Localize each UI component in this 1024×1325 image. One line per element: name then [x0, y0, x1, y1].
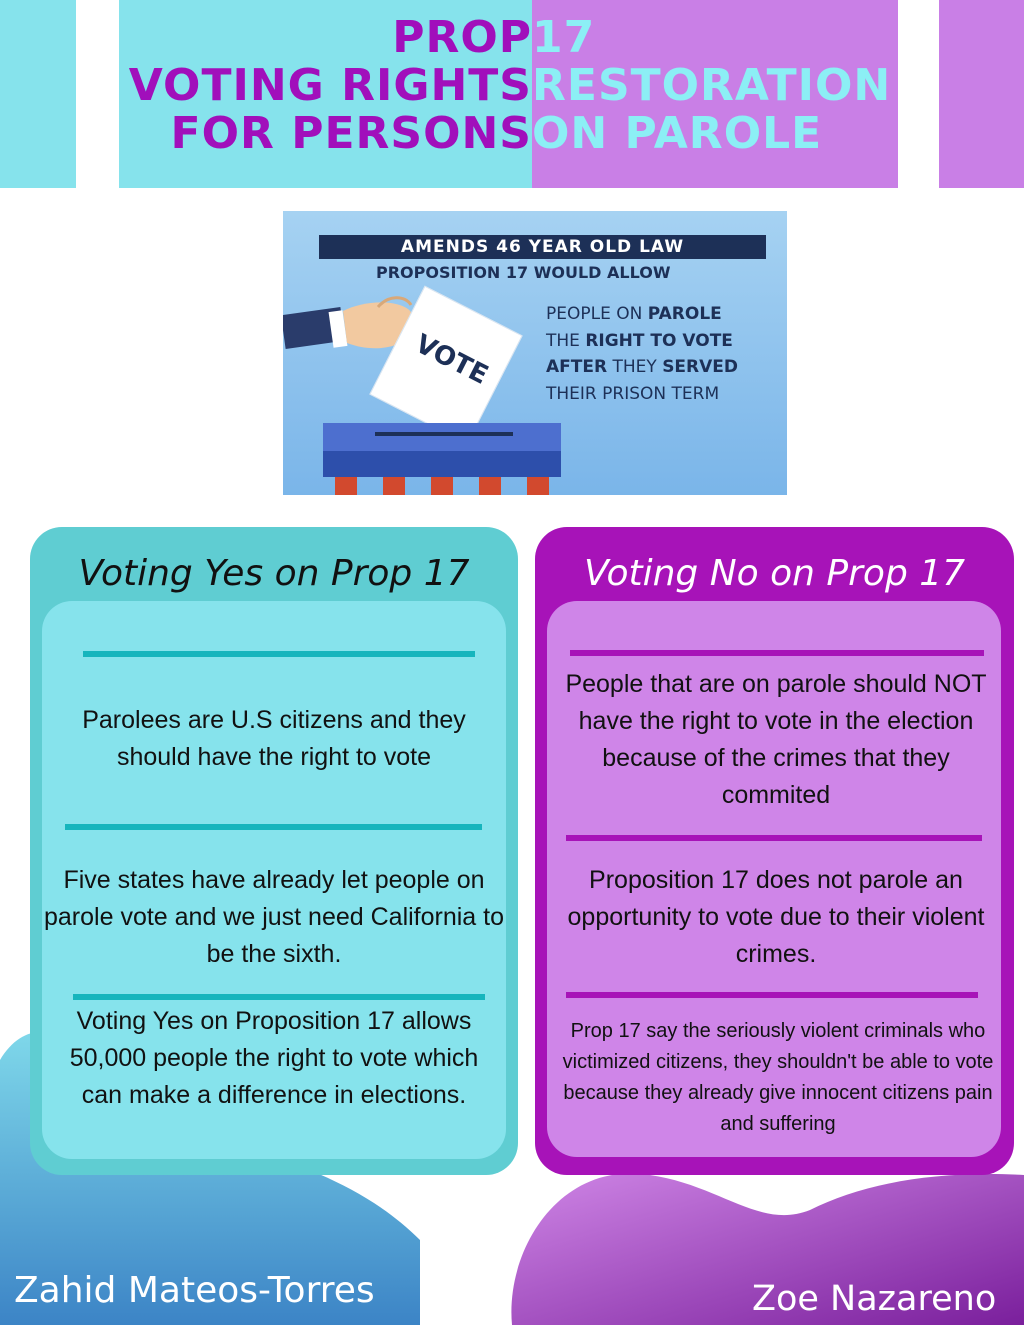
no-point-2: Proposition 17 does not parole an opport… — [567, 866, 985, 968]
author-right: Zoe Nazareno — [752, 1279, 997, 1319]
title-line3-right: ON PAROLE — [532, 108, 823, 159]
ballot-box-body — [323, 451, 561, 477]
no-point-1: People that are on parole should NOT hav… — [565, 670, 987, 809]
line1-bold: PAROLE — [647, 304, 722, 324]
yes-point-1: Parolees are U.S citizens and they shoul… — [82, 706, 466, 771]
line1-pre: PEOPLE ON — [546, 304, 648, 324]
ballot-box-stripes — [335, 477, 555, 495]
no-divider-1 — [570, 650, 984, 656]
decor-bar-left — [0, 0, 76, 188]
yes-point-3: Voting Yes on Proposition 17 allows 50,0… — [69, 1007, 479, 1109]
title-line3-left: FOR PERSONS — [170, 108, 532, 159]
title-line2-right: RESTORATION — [532, 60, 892, 111]
line3-bold: AFTER — [546, 357, 608, 377]
line3-post: THEY — [607, 357, 663, 377]
title-line2-left: VOTING RIGHTS — [128, 60, 532, 111]
yes-divider-1 — [83, 651, 475, 657]
illustration-subtitle: PROPOSITION 17 WOULD ALLOW — [376, 263, 671, 282]
prop17-illustration: AMENDS 46 YEAR OLD LAW PROPOSITION 17 WO… — [283, 211, 787, 495]
line4-pre: THEIR PRISON TERM — [546, 383, 720, 404]
yes-divider-3 — [73, 994, 485, 1000]
page-title: PROP 17 VOTING RIGHTS RESTORATION FOR PE… — [119, 14, 898, 174]
illustration-line-3: AFTER THEY SERVED — [546, 354, 738, 381]
illustration-line-4: THEIR PRISON TERM — [546, 381, 738, 408]
yes-panel-title: Voting Yes on Prop 17 — [78, 553, 470, 594]
illustration-line-2: THE RIGHT TO VOTE — [546, 328, 738, 355]
decor-bar-right — [939, 0, 1024, 188]
line3-bold2: SERVED — [662, 357, 739, 377]
line2-bold: RIGHT TO VOTE — [585, 330, 733, 351]
title-line1-right: 17 — [532, 12, 596, 63]
no-panel-title: Voting No on Prop 17 — [583, 553, 966, 594]
ballot-label: VOTE — [410, 329, 493, 391]
illustration-banner-text: AMENDS 46 YEAR OLD LAW — [400, 237, 685, 257]
no-divider-3 — [566, 992, 978, 998]
illustration-text: PEOPLE ON PAROLE THE RIGHT TO VOTE AFTER… — [546, 301, 738, 407]
illustration-banner: AMENDS 46 YEAR OLD LAW — [319, 235, 766, 259]
ballot-box-slot — [375, 432, 513, 436]
author-left: Zahid Mateos-Torres — [14, 1270, 375, 1311]
no-divider-2 — [566, 835, 982, 841]
no-point-3: Prop 17 say the seriously violent crimin… — [562, 1020, 994, 1135]
ballot-box-lid — [323, 423, 561, 451]
yes-divider-2 — [65, 824, 482, 830]
line2-pre: THE — [546, 330, 586, 351]
yes-point-2: Five states have already let people on p… — [44, 866, 505, 968]
illustration-line-1: PEOPLE ON PAROLE — [546, 301, 738, 328]
title-line1-left: PROP — [392, 12, 532, 63]
